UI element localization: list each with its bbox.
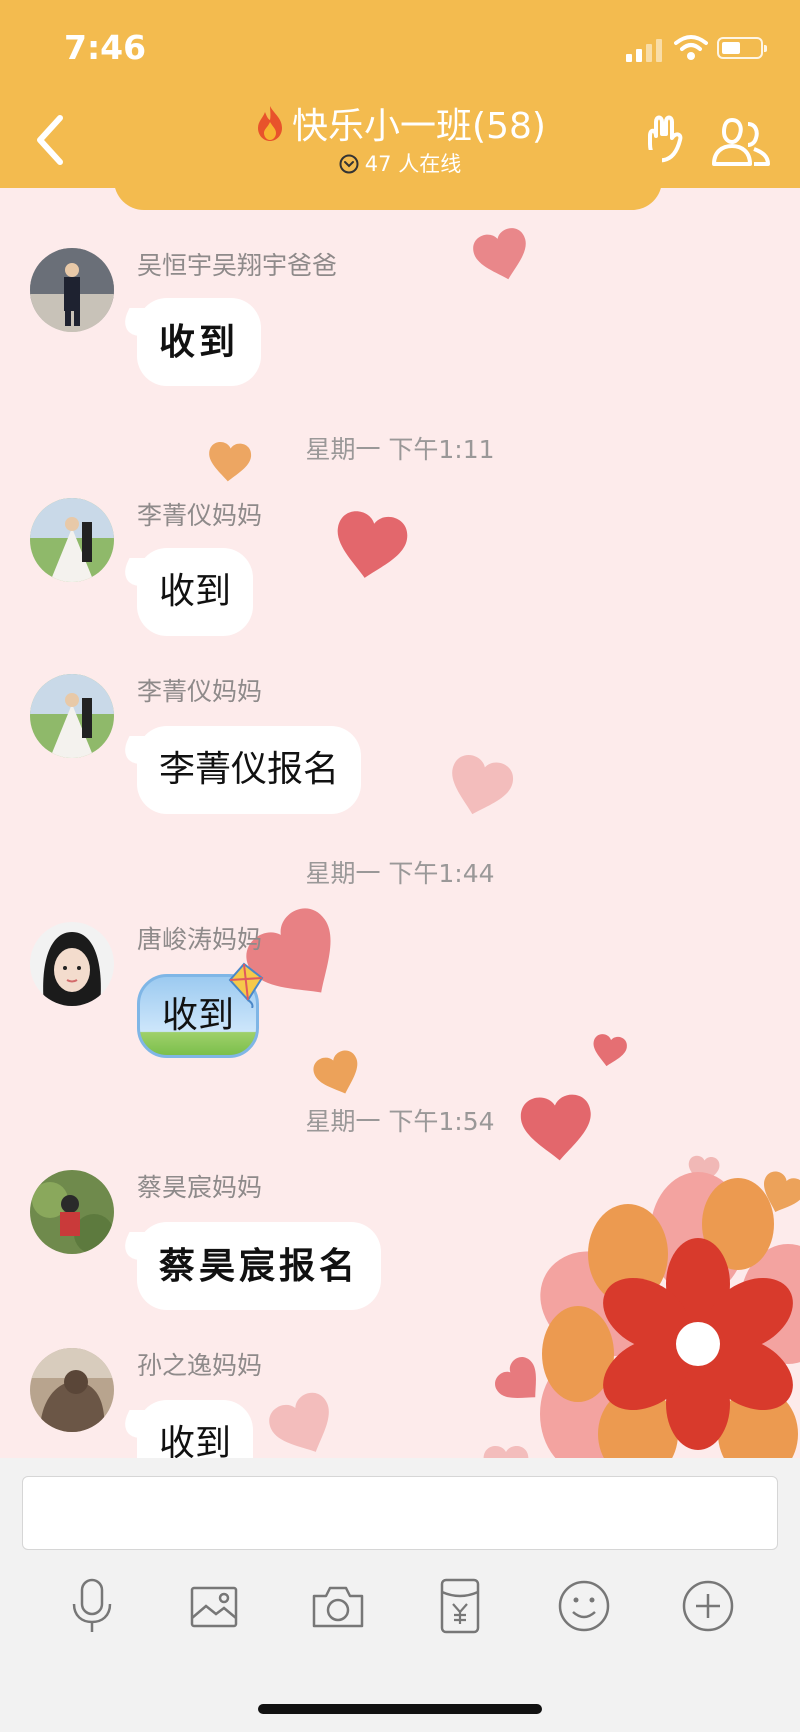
sender-name: 吴恒宇吴翔宇爸爸 [137,251,338,280]
online-count-text: 47 人在线 [364,152,462,176]
sender-name: 李菁仪妈妈 [137,501,263,530]
message-input[interactable] [22,1476,778,1550]
home-indicator[interactable] [258,1704,542,1714]
wifi-icon [674,35,708,60]
kite-icon [228,962,264,1008]
signal-icon [626,38,664,62]
online-count[interactable]: 47 人在线 [0,148,800,178]
avatar[interactable] [30,922,114,1006]
message-bubble[interactable]: 李菁仪报名 [137,726,362,814]
timestamp: 星期一 下午1:44 [305,859,495,888]
image-icon[interactable] [184,1576,244,1636]
message-bubble[interactable]: 收到 [137,548,254,636]
red-packet-icon[interactable] [430,1576,490,1636]
camera-icon[interactable] [308,1576,368,1636]
group-title-text: 快乐小一班(58) [292,106,546,147]
timestamp: 星期一 下午1:54 [305,1107,495,1136]
sender-name: 李菁仪妈妈 [137,677,263,706]
chat-area[interactable]: 吴恒宇吴翔宇爸爸 收到 星期一 下午1:11 李菁仪妈妈 收到 李菁仪妈妈 李菁… [0,188,800,1458]
plus-icon[interactable] [678,1576,738,1636]
sender-name: 唐峻涛妈妈 [137,925,263,954]
avatar[interactable] [30,674,114,758]
avatar-image [30,248,114,332]
avatar[interactable] [30,498,114,582]
status-time: 7:46 [64,28,147,67]
microphone-icon[interactable] [62,1576,122,1636]
avatar[interactable] [30,1170,114,1254]
background-decoration [206,224,800,1458]
battery-icon [717,37,767,59]
fire-icon [258,106,283,141]
emoji-icon[interactable] [554,1576,614,1636]
avatar-image [30,1170,114,1254]
message-bubble[interactable]: 收到 [137,1400,254,1458]
chevron-down-icon [339,154,359,174]
message-bubble[interactable]: 蔡昊宸报名 [137,1222,382,1310]
sender-name: 孙之逸妈妈 [137,1351,263,1380]
avatar-image [30,674,114,758]
sender-name: 蔡昊宸妈妈 [137,1173,263,1202]
avatar[interactable] [30,248,114,332]
input-area [0,1458,800,1732]
avatar-image [30,922,114,1006]
avatar-image [30,1348,114,1432]
avatar[interactable] [30,1348,114,1432]
timestamp: 星期一 下午1:11 [305,435,495,464]
message-bubble[interactable]: 收到 [137,298,262,386]
avatar-image [30,498,114,582]
